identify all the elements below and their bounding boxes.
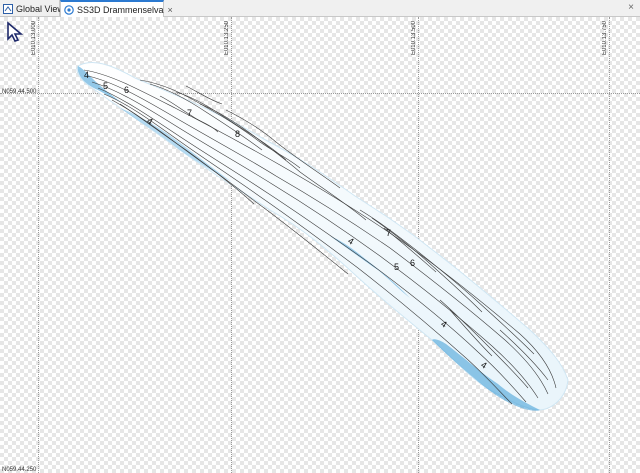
close-window-icon[interactable]: × [628,2,634,13]
depth-label: 5 [103,81,108,91]
map-canvas[interactable]: E010.13.000 E010.13.250 E010.13.500 E010… [0,17,640,473]
depth-label: 6 [410,258,415,268]
depth-label: 7 [187,108,192,118]
close-tab-icon[interactable]: × [164,5,173,15]
depth-label: 5 [394,262,399,272]
tab-label: Global View [16,3,64,14]
tab-label: SS3D Drammenselva [77,5,164,15]
depth-label: 4 [84,70,89,80]
depth-label: 8 [235,129,240,139]
tab-bar: Global View SS3D Drammenselva × × [0,0,640,18]
bathymetry-map: 4 5 6 4 7 8 4 7 5 6 4 4 [76,62,569,411]
ss3d-icon [64,5,74,15]
depth-label: 6 [124,85,129,95]
globe-icon [3,3,13,14]
depth-label: 7 [386,228,391,238]
river-surface [76,62,569,411]
tab-ss3d-drammenselva[interactable]: SS3D Drammenselva × [60,0,173,18]
tab-global-view[interactable]: Global View [0,0,64,17]
arrow-cursor-icon[interactable] [6,21,24,43]
